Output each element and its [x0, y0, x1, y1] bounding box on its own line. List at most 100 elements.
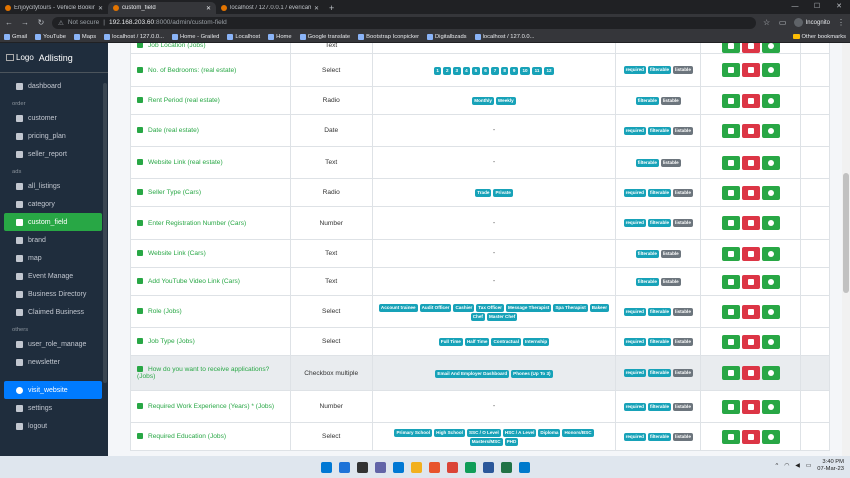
delete-button[interactable] [741, 216, 760, 230]
battery-icon[interactable]: ▭ [806, 463, 811, 469]
page-scrollbar[interactable] [842, 43, 850, 456]
comment-button[interactable] [761, 155, 780, 170]
edit-button[interactable] [721, 185, 740, 200]
brand[interactable]: Logo Adlisting [0, 43, 108, 73]
bookmark-item[interactable]: Localhost [227, 33, 260, 40]
forward-icon[interactable]: → [20, 18, 30, 27]
edit-button[interactable] [721, 274, 740, 289]
bookmark-item[interactable]: Gmail [4, 33, 27, 40]
edit-button[interactable] [721, 399, 740, 414]
delete-button[interactable] [741, 185, 760, 200]
new-tab-button[interactable]: + [324, 2, 339, 14]
bookmark-item[interactable]: Google translate [299, 33, 350, 40]
delete-button[interactable] [741, 93, 760, 108]
edit-button[interactable] [721, 93, 740, 108]
clock[interactable]: 3:40 PM 07-Mar-23 [817, 459, 844, 473]
comment-button[interactable] [761, 304, 780, 319]
taskbar-app-icon[interactable] [482, 461, 494, 473]
edit-button[interactable] [721, 155, 740, 170]
comment-button[interactable] [761, 399, 780, 414]
edit-button[interactable] [721, 63, 740, 77]
taskbar-app-icon[interactable] [356, 461, 368, 473]
edit-button[interactable] [721, 304, 740, 319]
close-icon[interactable]: ✕ [206, 5, 211, 12]
delete-button[interactable] [741, 274, 760, 289]
bookmark-item[interactable]: YouTube [35, 33, 66, 40]
taskbar-app-icon[interactable] [518, 461, 530, 473]
minimize-icon[interactable]: — [784, 0, 806, 14]
taskbar-app-icon[interactable] [428, 461, 440, 473]
edit-button[interactable] [721, 334, 740, 349]
delete-button[interactable] [741, 246, 760, 261]
bookmark-item[interactable]: Bootstrap Iconpicker [358, 33, 419, 40]
comment-button[interactable] [761, 216, 780, 230]
close-icon[interactable]: ✕ [98, 5, 103, 12]
comment-button[interactable] [761, 246, 780, 261]
sidebar-scrollbar[interactable] [103, 83, 107, 383]
comment-button[interactable] [761, 274, 780, 289]
back-icon[interactable]: ← [4, 18, 14, 27]
sidebar-item-settings[interactable]: settings [4, 399, 102, 417]
close-icon[interactable]: ✕ [314, 5, 319, 12]
other-bookmarks[interactable]: Other bookmarks [792, 34, 846, 40]
speaker-icon[interactable]: ◀ [795, 463, 799, 469]
edit-button[interactable] [721, 246, 740, 261]
sidebar-item-visit-website[interactable]: visit_website [4, 381, 102, 399]
taskbar-app-icon[interactable] [500, 461, 512, 473]
comment-button[interactable] [761, 123, 780, 138]
edit-button[interactable] [721, 123, 740, 138]
bookmark-item[interactable]: Digitalbzads [427, 33, 467, 40]
taskbar-app-icon[interactable] [392, 461, 404, 473]
close-window-icon[interactable]: ✕ [828, 0, 850, 14]
comment-button[interactable] [761, 429, 780, 444]
chevron-up-icon[interactable]: ^ [776, 463, 779, 469]
edit-button[interactable] [721, 216, 740, 230]
sidebar-item-pricing-plan[interactable]: pricing_plan [4, 127, 102, 145]
taskbar-app-icon[interactable] [338, 461, 350, 473]
edit-button[interactable] [721, 429, 740, 444]
bookmark-star-icon[interactable]: ☆ [762, 18, 772, 27]
sidebar-item-logout[interactable]: logout [4, 417, 102, 435]
comment-button[interactable] [761, 63, 780, 77]
sidebar-item-customer[interactable]: customer [4, 109, 102, 127]
delete-button[interactable] [741, 304, 760, 319]
taskbar-app-icon[interactable] [464, 461, 476, 473]
reload-icon[interactable]: ↻ [36, 18, 46, 27]
sidebar-panel-icon[interactable]: ▭ [778, 18, 788, 27]
browser-tab-active[interactable]: custom_field ✕ [108, 2, 216, 14]
comment-button[interactable] [761, 334, 780, 349]
browser-tab[interactable]: localhost / 127.0.0.1 / evericam ✕ [216, 2, 324, 14]
sidebar-item-dashboard[interactable]: dashboard [4, 77, 102, 95]
bookmark-item[interactable]: localhost / 127.0.0... [474, 33, 534, 40]
sidebar-item-newsletter[interactable]: newsletter [4, 353, 102, 371]
sidebar-item-category[interactable]: category [4, 195, 102, 213]
taskbar-app-icon[interactable] [374, 461, 386, 473]
delete-button[interactable] [741, 399, 760, 414]
sidebar-item-event-manage[interactable]: Event Manage [4, 267, 102, 285]
maximize-icon[interactable]: ☐ [806, 0, 828, 14]
comment-button[interactable] [761, 366, 780, 380]
bookmark-item[interactable]: Home [268, 33, 292, 40]
delete-button[interactable] [741, 43, 760, 53]
edit-button[interactable] [721, 43, 740, 53]
comment-button[interactable] [761, 185, 780, 200]
taskbar-app-icon[interactable] [410, 461, 422, 473]
edit-button[interactable] [721, 366, 740, 380]
incognito-indicator[interactable]: Incognito [793, 18, 830, 27]
bookmark-item[interactable]: localhost / 127.0.0... [104, 33, 164, 40]
delete-button[interactable] [741, 334, 760, 349]
menu-kebab-icon[interactable]: ⋮ [836, 18, 846, 27]
taskbar-app-icon[interactable] [446, 461, 458, 473]
delete-button[interactable] [741, 429, 760, 444]
url-input[interactable]: ⚠ Not secure | 192.168.203.60:8000/admin… [52, 16, 756, 29]
browser-tab[interactable]: Enjoycitytours - Vehicle Booking ✕ [0, 2, 108, 14]
scrollbar-thumb[interactable] [843, 173, 849, 293]
comment-button[interactable] [761, 93, 780, 108]
sidebar-item-seller-report[interactable]: seller_report [4, 145, 102, 163]
delete-button[interactable] [741, 366, 760, 380]
bookmark-item[interactable]: Maps [73, 33, 96, 40]
sidebar-item-custom-field[interactable]: custom_field [4, 213, 102, 231]
sidebar-item-brand[interactable]: brand [4, 231, 102, 249]
windows-start-icon[interactable] [320, 461, 332, 473]
sidebar-item-all-listings[interactable]: all_listings [4, 177, 102, 195]
